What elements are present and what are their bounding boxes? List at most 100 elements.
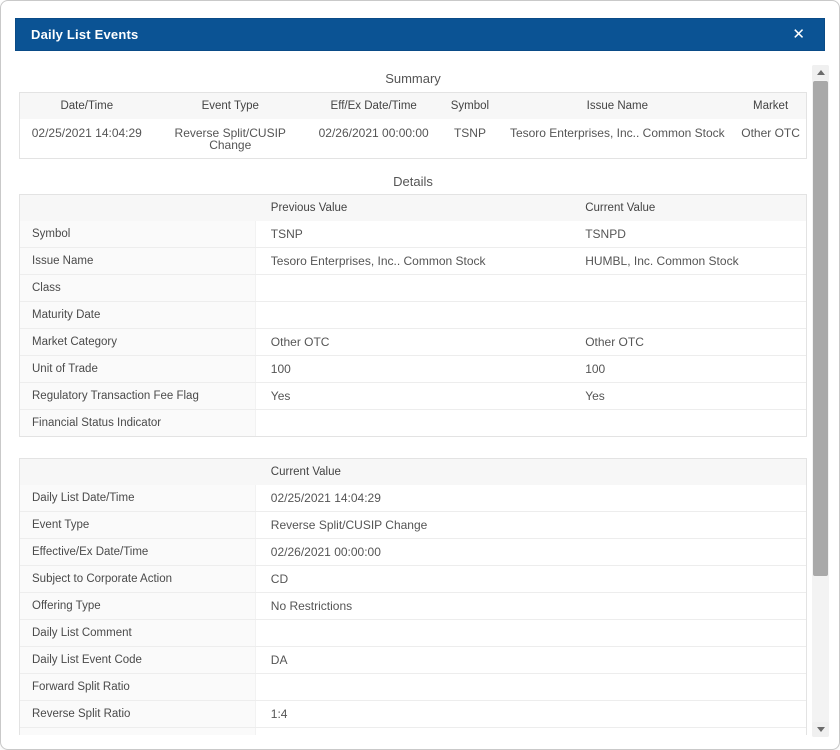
close-icon[interactable]: ✕	[788, 25, 809, 44]
details-row: Maturity Date	[20, 301, 806, 328]
vertical-scrollbar[interactable]	[812, 65, 829, 737]
detail-previous-value: Tesoro Enterprises, Inc.. Common Stock	[256, 248, 570, 274]
summary-row[interactable]: 02/25/2021 14:04:29Reverse Split/CUSIP C…	[20, 119, 806, 158]
detail-field-label: Market Category	[20, 329, 256, 355]
details-row: Forward Split Ratio	[20, 673, 806, 700]
detail-previous-value: Yes	[256, 383, 570, 409]
summary-cell: Reverse Split/CUSIP Change	[154, 119, 307, 158]
comparison-table-body: SymbolTSNPTSNPDIssue NameTesoro Enterpri…	[20, 221, 806, 436]
detail-current-value: DA	[256, 647, 806, 673]
comparison-header-spacer	[20, 195, 256, 221]
details-row: Market CategoryOther OTCOther OTC	[20, 328, 806, 355]
detail-current-value: Reverse Split	[256, 728, 806, 735]
detail-field-label: Financial Status Indicator	[20, 410, 256, 436]
detail-previous-value: TSNP	[256, 221, 570, 247]
detail-field-label: Class	[20, 275, 256, 301]
detail-field-label: Effective/Ex Date/Time	[20, 539, 256, 565]
details-row: Daily List Event CodeDA	[20, 646, 806, 673]
details-current-table: Current Value Daily List Date/Time02/25/…	[19, 458, 807, 735]
summary-column-header: Issue Name	[499, 93, 735, 119]
summary-column-header: Eff/Ex Date/Time	[307, 93, 441, 119]
detail-current-value: HUMBL, Inc. Common Stock	[570, 248, 806, 274]
details-row: Subject to Corporate ActionCD	[20, 565, 806, 592]
detail-current-value	[256, 620, 806, 646]
detail-previous-value	[256, 275, 570, 301]
details-row: Unit of Trade100100	[20, 355, 806, 382]
summary-cell: Tesoro Enterprises, Inc.. Common Stock	[499, 119, 735, 158]
summary-cell: Other OTC	[735, 119, 806, 158]
detail-field-label: Symbol	[20, 221, 256, 247]
detail-current-value: TSNPD	[570, 221, 806, 247]
arrow-down-icon	[817, 727, 825, 732]
detail-current-value	[570, 275, 806, 301]
summary-cell: 02/26/2021 00:00:00	[307, 119, 441, 158]
current-value-column-header: Current Value	[256, 459, 806, 485]
detail-current-value: No Restrictions	[256, 593, 806, 619]
summary-section-title: Summary	[19, 71, 807, 87]
detail-field-label: Offering Type	[20, 593, 256, 619]
details-row: SymbolTSNPTSNPD	[20, 221, 806, 247]
summary-column-header: Market	[735, 93, 806, 119]
modal-header: Daily List Events ✕	[15, 18, 825, 51]
daily-list-events-modal: Daily List Events ✕ Summary Date/TimeEve…	[0, 0, 840, 750]
details-row: Class	[20, 274, 806, 301]
summary-column-header: Event Type	[154, 93, 307, 119]
detail-current-value: 02/26/2021 00:00:00	[256, 539, 806, 565]
detail-current-value: CD	[256, 566, 806, 592]
detail-current-value	[570, 302, 806, 328]
detail-current-value: 02/25/2021 14:04:29	[256, 485, 806, 511]
summary-table-body: 02/25/2021 14:04:29Reverse Split/CUSIP C…	[20, 119, 806, 158]
details-row: Daily List Comment	[20, 619, 806, 646]
detail-field-label: Daily List Event Code	[20, 647, 256, 673]
detail-current-value: 1:4	[256, 701, 806, 727]
scroll-up-button[interactable]	[812, 65, 829, 80]
detail-field-label: Subject to Corporate Action	[20, 566, 256, 592]
current-header-spacer	[20, 459, 256, 485]
details-row: Reverse Split Ratio1:4	[20, 700, 806, 727]
detail-field-label: Daily List Date/Time	[20, 485, 256, 511]
summary-table: Date/TimeEvent TypeEff/Ex Date/TimeSymbo…	[19, 92, 807, 159]
detail-field-label: Daily List Comment	[20, 620, 256, 646]
details-row: Daily List Date/Time02/25/2021 14:04:29	[20, 485, 806, 511]
scroll-down-button[interactable]	[812, 722, 829, 737]
detail-field-label: Unit of Trade	[20, 356, 256, 382]
summary-header-row: Date/TimeEvent TypeEff/Ex Date/TimeSymbo…	[20, 93, 806, 119]
detail-current-value: Yes	[570, 383, 806, 409]
current-header-row: Current Value	[20, 459, 806, 485]
detail-previous-value: Other OTC	[256, 329, 570, 355]
current-value-column-header: Current Value	[570, 195, 806, 221]
details-row: Dividend TypeReverse Split	[20, 727, 806, 735]
detail-field-label: Dividend Type	[20, 728, 256, 735]
detail-current-value: Other OTC	[570, 329, 806, 355]
detail-field-label: Maturity Date	[20, 302, 256, 328]
detail-field-label: Issue Name	[20, 248, 256, 274]
scrollbar-thumb[interactable]	[813, 81, 828, 576]
previous-value-column-header: Previous Value	[256, 195, 570, 221]
comparison-header-row: Previous Value Current Value	[20, 195, 806, 221]
details-row: Issue NameTesoro Enterprises, Inc.. Comm…	[20, 247, 806, 274]
detail-current-value: 100	[570, 356, 806, 382]
summary-cell: TSNP	[440, 119, 499, 158]
details-row: Offering TypeNo Restrictions	[20, 592, 806, 619]
modal-content: Summary Date/TimeEvent TypeEff/Ex Date/T…	[1, 61, 825, 735]
details-row: Regulatory Transaction Fee FlagYesYes	[20, 382, 806, 409]
summary-column-header: Symbol	[440, 93, 499, 119]
detail-current-value	[570, 410, 806, 436]
details-row: Effective/Ex Date/Time02/26/2021 00:00:0…	[20, 538, 806, 565]
details-section-title: Details	[19, 174, 807, 190]
details-comparison-table: Previous Value Current Value SymbolTSNPT…	[19, 194, 807, 437]
detail-field-label: Reverse Split Ratio	[20, 701, 256, 727]
detail-field-label: Forward Split Ratio	[20, 674, 256, 700]
detail-previous-value	[256, 410, 570, 436]
detail-field-label: Regulatory Transaction Fee Flag	[20, 383, 256, 409]
summary-column-header: Date/Time	[20, 93, 154, 119]
detail-field-label: Event Type	[20, 512, 256, 538]
detail-previous-value	[256, 302, 570, 328]
current-table-body: Daily List Date/Time02/25/2021 14:04:29E…	[20, 485, 806, 735]
details-row: Financial Status Indicator	[20, 409, 806, 436]
arrow-up-icon	[817, 70, 825, 75]
details-row: Event TypeReverse Split/CUSIP Change	[20, 511, 806, 538]
modal-title: Daily List Events	[31, 27, 138, 42]
detail-previous-value: 100	[256, 356, 570, 382]
detail-current-value: Reverse Split/CUSIP Change	[256, 512, 806, 538]
